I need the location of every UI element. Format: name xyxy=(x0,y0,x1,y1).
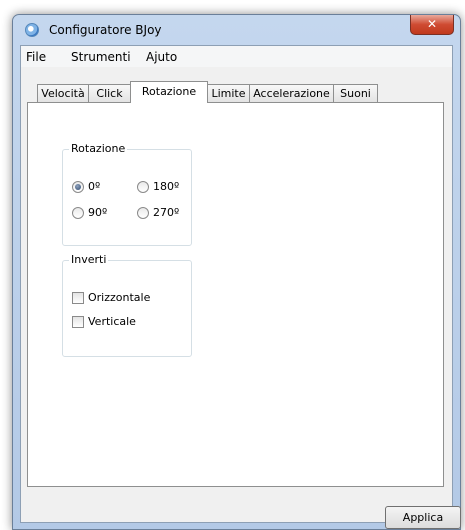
rotazione-panel: Rotazione 0º 180º 90º 270º Inverti Orizz… xyxy=(27,102,444,487)
rotation-group: Rotazione 0º 180º 90º 270º xyxy=(62,142,192,246)
close-button[interactable]: ✕ xyxy=(410,15,454,35)
menu-bar: File Strumenti Ajuto xyxy=(21,46,452,67)
tab-click[interactable]: Click xyxy=(88,84,131,102)
app-icon xyxy=(25,23,39,37)
checkbox-verticale-label: Verticale xyxy=(88,315,136,328)
checkbox-orizzontale-label: Orizzontale xyxy=(88,291,151,304)
radio-90-label: 90º xyxy=(88,206,108,219)
radio-90-indicator[interactable] xyxy=(72,207,84,219)
client-area: File Strumenti Ajuto Velocità Click Rota… xyxy=(20,45,461,529)
checkbox-orizzontale-box[interactable] xyxy=(72,292,84,304)
tab-rotazione[interactable]: Rotazione xyxy=(130,81,208,103)
tab-limite[interactable]: Limite xyxy=(207,84,250,102)
radio-180-indicator[interactable] xyxy=(137,181,149,193)
tab-suoni[interactable]: Suoni xyxy=(333,84,378,102)
rotation-group-label: Rotazione xyxy=(69,142,128,155)
app-window: Configuratore BJoy ✕ File Strumenti Ajut… xyxy=(12,14,461,530)
radio-180-label: 180º xyxy=(153,180,180,193)
checkbox-verticale-box[interactable] xyxy=(72,316,84,328)
title-bar[interactable]: Configuratore BJoy ✕ xyxy=(13,15,460,45)
invert-group: Inverti Orizzontale Verticale xyxy=(62,253,192,357)
tab-velocita[interactable]: Velocità xyxy=(37,84,89,102)
menu-ajuto[interactable]: Ajuto xyxy=(146,50,177,64)
radio-270-indicator[interactable] xyxy=(137,207,149,219)
menu-file[interactable]: File xyxy=(26,50,46,64)
window-title: Configuratore BJoy xyxy=(49,23,162,37)
apply-button[interactable]: Applica xyxy=(385,506,461,529)
invert-group-label: Inverti xyxy=(69,253,109,266)
radio-0-label: 0º xyxy=(88,180,101,193)
menu-strumenti[interactable]: Strumenti xyxy=(71,50,131,64)
radio-0-indicator[interactable] xyxy=(72,181,84,193)
radio-270-label: 270º xyxy=(153,206,180,219)
tab-accelerazione[interactable]: Accelerazione xyxy=(249,84,334,102)
